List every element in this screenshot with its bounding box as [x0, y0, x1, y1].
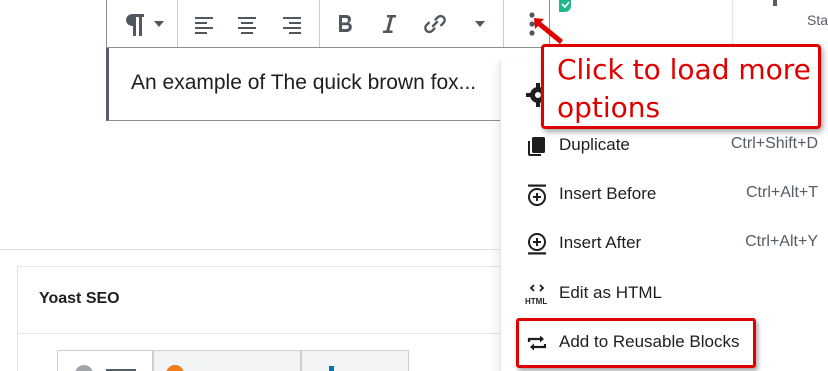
- yoast-seo-title: Yoast SEO: [39, 290, 120, 307]
- menu-item-shortcut: Ctrl+Alt+T: [745, 184, 818, 201]
- grey-status-icon: [75, 365, 93, 371]
- yoast-tab-seo[interactable]: [153, 350, 301, 371]
- blue-icon: [329, 366, 334, 371]
- teal-badge-icon: [559, 0, 571, 12]
- align-right-icon: [283, 16, 301, 34]
- svg-text:HTML: HTML: [525, 297, 547, 306]
- callout-line-1: Click to load more: [557, 53, 811, 86]
- callout-line-2: options: [557, 91, 661, 124]
- menu-item-label: Edit as HTML: [559, 283, 662, 302]
- yoast-tabs: [57, 350, 409, 371]
- italic-icon: [383, 14, 396, 33]
- callout-text: Click to load more options: [557, 51, 811, 127]
- more-formatting-button[interactable]: [469, 0, 491, 47]
- align-left-icon: [195, 16, 213, 34]
- yoast-tab-social[interactable]: [301, 350, 409, 371]
- sidebar-mark: [773, 0, 777, 6]
- menu-item-shortcut: Ctrl+Alt+Y: [745, 233, 818, 250]
- menu-item-edit-as-html[interactable]: HTML Edit as HTML: [501, 270, 828, 316]
- chevron-down-icon: [475, 20, 485, 27]
- chevron-down-icon: [154, 20, 164, 27]
- link-icon: [424, 14, 446, 33]
- pilcrow-icon: [126, 13, 144, 36]
- yoast-tab-readability[interactable]: [57, 350, 153, 371]
- menu-item-shortcut: Ctrl+Shift+D: [730, 135, 818, 152]
- orange-status-icon: [166, 365, 184, 371]
- paragraph-block-type-button[interactable]: [117, 0, 169, 47]
- callout-arrow: [534, 18, 563, 44]
- section-divider: [0, 249, 500, 250]
- yoast-divider: [18, 333, 518, 334]
- block-toolbar: [106, 0, 550, 48]
- bold-button[interactable]: [331, 0, 359, 47]
- menu-item-label: Insert After: [559, 233, 642, 252]
- align-left-button[interactable]: [189, 0, 219, 47]
- callout-box: Click to load more options: [541, 44, 821, 129]
- paragraph-text[interactable]: An example of The quick brown fox...: [131, 71, 476, 95]
- html-icon: HTML: [525, 284, 547, 306]
- menu-item-insert-before[interactable]: Insert Before Ctrl+Alt+T: [501, 171, 828, 217]
- align-center-icon: [238, 16, 256, 34]
- align-center-button[interactable]: [232, 0, 262, 47]
- insert-after-icon: [528, 233, 546, 255]
- paragraph-block[interactable]: An example of The quick brown fox...: [106, 48, 550, 121]
- align-right-button[interactable]: [277, 0, 307, 47]
- duplicate-icon: [528, 137, 545, 156]
- insert-before-icon: [528, 184, 546, 206]
- italic-button[interactable]: [375, 0, 403, 47]
- menu-item-label: Insert Before: [559, 184, 657, 203]
- menu-item-label: Duplicate: [559, 135, 630, 154]
- bold-icon: [339, 14, 352, 32]
- sidebar-text-fragment: Sta: [807, 12, 828, 28]
- link-button[interactable]: [419, 0, 451, 47]
- menu-item-insert-after[interactable]: Insert After Ctrl+Alt+Y: [501, 220, 828, 266]
- reusable-highlight-box: [516, 318, 756, 368]
